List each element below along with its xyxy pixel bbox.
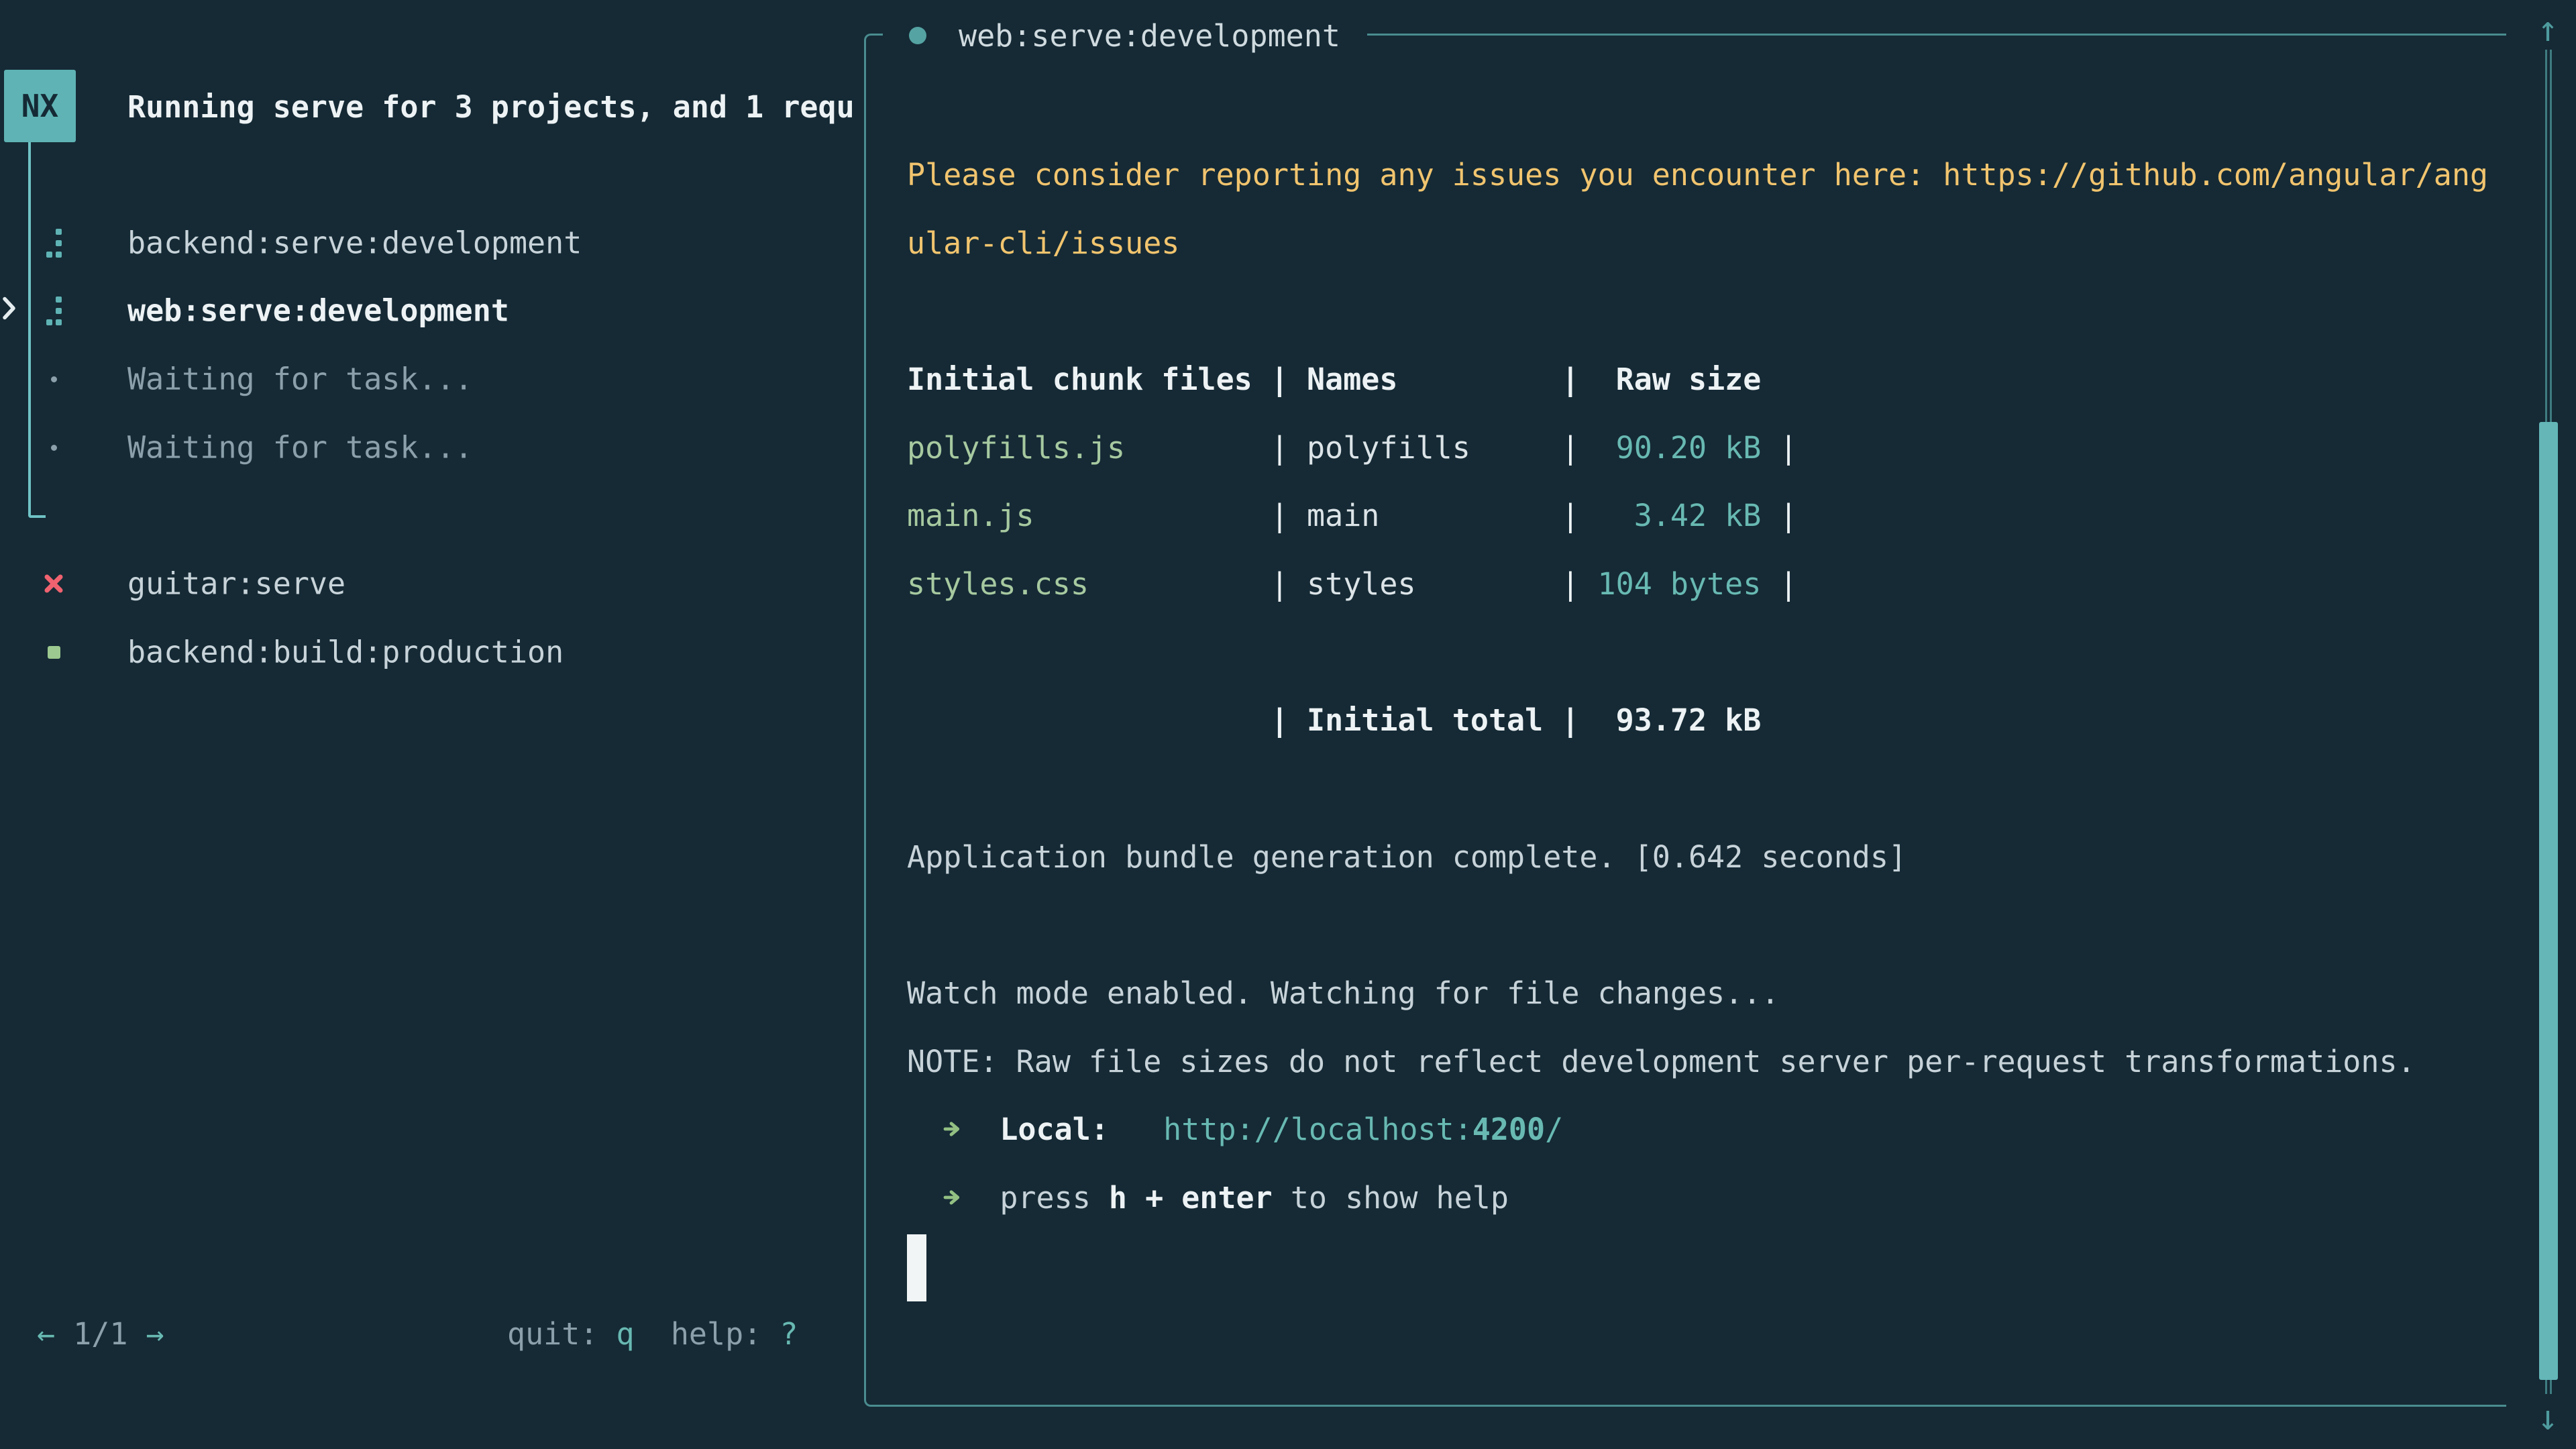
column-separator: | (1271, 433, 1289, 463)
task-row-backend-build[interactable]: backend:build:production (0, 618, 859, 686)
task-status-dot-icon (909, 27, 926, 44)
chunk-file: main.js (907, 500, 1271, 531)
column-separator: | (1561, 705, 1579, 735)
port-number: 4200 (1472, 1112, 1545, 1147)
task-label: Waiting for task... (127, 433, 473, 463)
task-row-backend-serve[interactable]: backend:serve:development (0, 209, 859, 277)
table-row: polyfills.js |polyfills | 90.20 kB| (907, 413, 1798, 482)
task-row-web-serve-selected[interactable]: web:serve:development (0, 276, 859, 345)
total-label: Initial total (1307, 705, 1561, 735)
task-label: backend:serve:development (127, 228, 582, 258)
hotkeys-bar: quit: q help:? (507, 1299, 798, 1368)
chunk-size: 104 bytes (1579, 569, 1761, 599)
task-label: backend:build:production (127, 637, 564, 667)
error-x-icon (39, 549, 68, 618)
table-header-row: Initial chunk files |Names | Raw size (907, 345, 1761, 413)
task-label: web:serve:development (127, 296, 509, 326)
column-separator: | (1779, 500, 1797, 531)
total-size: 93.72 kB (1579, 705, 1761, 735)
help-key-combo: h + enter (1109, 1183, 1273, 1213)
watch-mode-line: Watch mode enabled. Watching for file ch… (907, 959, 1779, 1027)
quit-label: quit: (507, 1319, 598, 1349)
waiting-dot-icon (39, 345, 68, 413)
table-row: main.js |main | 3.42 kB| (907, 481, 1798, 549)
spinner-icon (39, 209, 68, 277)
success-square-icon (39, 618, 68, 686)
chunk-size: 90.20 kB (1579, 433, 1761, 463)
quit-key: q (616, 1319, 635, 1349)
table-total-row: |Initial total | 93.72 kB (907, 686, 1761, 754)
page-next-arrow[interactable]: → (146, 1319, 164, 1349)
column-separator: | (1271, 500, 1289, 531)
column-separator: | (1561, 500, 1579, 531)
chunk-file: styles.css (907, 569, 1271, 599)
nx-logo: NX (4, 70, 76, 142)
terminal-cursor (907, 1234, 926, 1301)
column-separator: | (1561, 433, 1579, 463)
nx-tui-screen: NX Running serve for 3 projects, and 1 r… (0, 0, 2576, 1449)
column-separator: | (1779, 433, 1797, 463)
notice-line-2: ular-cli/issues (907, 209, 1179, 277)
arrow-right-icon (943, 1114, 963, 1144)
chunk-file: polyfills.js (907, 433, 1271, 463)
notice-line-1: Please consider reporting any issues you… (907, 140, 2488, 209)
column-separator: | (1561, 569, 1579, 599)
scroll-up-arrow[interactable]: ↑ (2529, 4, 2567, 55)
help-key: ? (780, 1319, 798, 1349)
pagination: ← 1/1 → (37, 1299, 164, 1368)
bundle-complete-line: Application bundle generation complete. … (907, 822, 1907, 891)
table-row: styles.css |styles | 104 bytes| (907, 549, 1798, 618)
chunk-name: main (1307, 500, 1561, 531)
selected-chevron-icon (1, 294, 17, 327)
column-separator: | (1561, 364, 1579, 394)
column-separator: | (1271, 569, 1289, 599)
arrow-right-icon (943, 1183, 963, 1213)
waiting-dot-icon (39, 413, 68, 482)
task-row-waiting-1[interactable]: Waiting for task... (0, 345, 859, 413)
task-label: Waiting for task... (127, 364, 473, 394)
local-url-link[interactable]: http://localhost:4200/ (1163, 1114, 1563, 1144)
help-label: help: (671, 1319, 761, 1349)
column-separator: | (1271, 705, 1289, 735)
spinner-icon (39, 276, 68, 345)
output-panel-title-text: web:serve:development (959, 21, 1340, 51)
scroll-down-arrow[interactable]: ↓ (2529, 1393, 2567, 1444)
chunk-size: 3.42 kB (1579, 500, 1761, 531)
local-label: Local: (1000, 1114, 1109, 1144)
column-separator: | (1271, 364, 1289, 394)
column-separator: | (1779, 569, 1797, 599)
local-url-line: Local: http://localhost:4200/ (907, 1095, 1563, 1163)
chunk-name: polyfills (1307, 433, 1561, 463)
scrollbar-thumb[interactable] (2539, 422, 2558, 1380)
page-prev-arrow[interactable]: ← (37, 1319, 55, 1349)
task-row-waiting-2[interactable]: Waiting for task... (0, 413, 859, 482)
page-indicator: 1/1 (73, 1319, 127, 1349)
chunk-name: styles (1307, 569, 1561, 599)
note-line: NOTE: Raw file sizes do not reflect deve… (907, 1027, 2416, 1095)
output-panel-title: web:serve:development (883, 5, 1367, 66)
task-label: guitar:serve (127, 569, 345, 599)
help-hint-line: pressh + enterto show help (907, 1163, 1509, 1232)
sidebar-title: Running serve for 3 projects, and 1 requ (127, 72, 855, 141)
task-row-guitar-serve[interactable]: guitar:serve (0, 549, 859, 618)
